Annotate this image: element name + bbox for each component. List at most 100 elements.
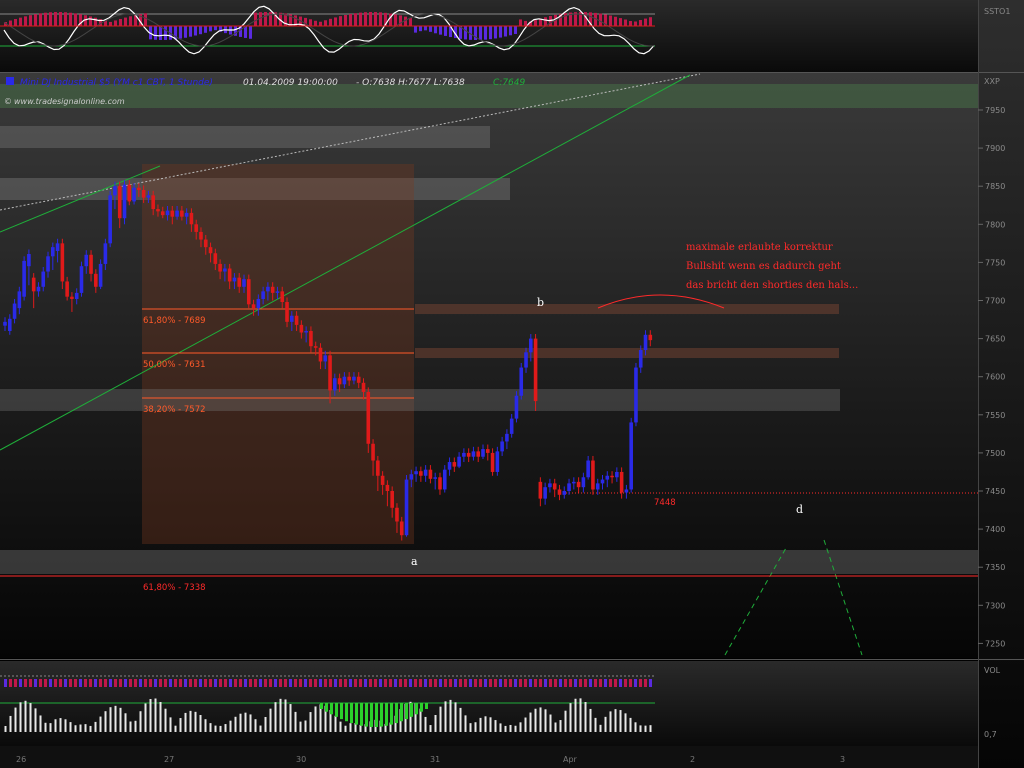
candle-body bbox=[447, 462, 452, 470]
candle-body bbox=[610, 475, 614, 478]
candle-body bbox=[342, 376, 347, 385]
volume-bar bbox=[269, 708, 272, 732]
fib-label-2: 50,00% - 7631 bbox=[143, 360, 206, 370]
candle-body bbox=[270, 286, 275, 293]
volume-bar bbox=[534, 708, 537, 732]
stoch-histogram-bar bbox=[129, 16, 132, 26]
candle-body bbox=[261, 291, 265, 299]
candle-body bbox=[595, 483, 600, 490]
candle-body bbox=[7, 318, 12, 331]
candle-body bbox=[643, 334, 648, 351]
stoch-histogram-bar bbox=[344, 15, 347, 26]
candle-body bbox=[500, 441, 504, 452]
stoch-histogram-bar bbox=[49, 12, 52, 26]
stoch-histogram-bar bbox=[254, 12, 257, 26]
candle-body bbox=[514, 395, 519, 419]
stoch-histogram-bar bbox=[164, 26, 167, 40]
vol-ma-bar bbox=[194, 679, 197, 687]
vol-ma-bar bbox=[19, 679, 22, 687]
vol-ma-bar bbox=[44, 679, 47, 687]
stoch-histogram-bar bbox=[159, 26, 162, 40]
candle-body bbox=[462, 452, 466, 457]
stoch-histogram-bar bbox=[259, 12, 262, 26]
stoch-histogram-bar bbox=[399, 15, 402, 26]
price-tick-label: 7250 bbox=[985, 639, 1005, 648]
candle-body bbox=[485, 449, 490, 453]
vol-ma-bar bbox=[124, 679, 127, 687]
volume-bar bbox=[439, 706, 442, 732]
vol-ma-bar bbox=[489, 679, 492, 687]
annotation-line-1: maximale erlaubte korrektur bbox=[686, 242, 833, 253]
vol-ma-bar bbox=[269, 679, 272, 687]
candle-body bbox=[600, 479, 605, 484]
candle-body bbox=[352, 376, 356, 381]
candle-body bbox=[208, 247, 213, 254]
candle-body bbox=[227, 268, 232, 282]
candle-body bbox=[347, 376, 351, 381]
vol-ma-bar bbox=[74, 679, 77, 687]
stoch-histogram-bar bbox=[619, 18, 622, 26]
vol-ma-bar bbox=[384, 679, 387, 687]
candle-body bbox=[94, 273, 98, 287]
candle-body bbox=[232, 277, 237, 282]
candle-body bbox=[266, 286, 270, 292]
vol-ma-bar bbox=[349, 679, 352, 687]
vol-ma-bar bbox=[424, 679, 427, 687]
vol-ma-bar bbox=[114, 679, 117, 687]
price-tick-label: 7900 bbox=[985, 144, 1005, 153]
vol-ma-bar bbox=[619, 679, 622, 687]
candle-body bbox=[404, 479, 409, 536]
candle-body bbox=[399, 521, 404, 536]
fib-label-1: 61,80% - 7689 bbox=[143, 316, 206, 326]
vol-ma-bar bbox=[249, 679, 252, 687]
time-tick-label: 26 bbox=[16, 755, 26, 764]
vol-ma-bar bbox=[434, 679, 437, 687]
stoch-histogram-bar bbox=[564, 13, 567, 26]
candle-body bbox=[242, 279, 246, 287]
candle-body bbox=[490, 452, 495, 472]
candle-body bbox=[55, 243, 60, 251]
vol-ma-bar bbox=[524, 679, 527, 687]
candle-body bbox=[117, 186, 122, 219]
volume-bar bbox=[164, 708, 167, 732]
vol-ma-bar bbox=[214, 679, 217, 687]
annotation-line-3: das bricht den shorties den hals... bbox=[686, 280, 858, 291]
stoch-histogram-bar bbox=[144, 13, 147, 26]
vol-ma-bar bbox=[614, 679, 617, 687]
stoch-histogram-bar bbox=[354, 13, 357, 26]
volume-bar bbox=[254, 719, 257, 732]
stoch-histogram-bar bbox=[64, 12, 67, 26]
vol-ma-bar bbox=[569, 679, 572, 687]
chart-canvas: 7950 7900 7850 7800 7750 7700 7650 7600 7550 7500… bbox=[0, 0, 1024, 768]
volume-bar bbox=[174, 725, 177, 732]
volume-bar bbox=[509, 724, 512, 732]
vol-ma-bar bbox=[274, 679, 277, 687]
vol-ma-bar bbox=[309, 679, 312, 687]
stoch-histogram-bar bbox=[179, 26, 182, 39]
price-tick-label: 7450 bbox=[985, 487, 1005, 496]
candle-body bbox=[127, 184, 132, 202]
candle-body bbox=[299, 324, 304, 333]
volume-bar bbox=[474, 722, 477, 732]
vol-green-bar bbox=[410, 703, 413, 717]
volume-bar bbox=[544, 709, 547, 732]
volume-bar bbox=[129, 721, 132, 732]
candle-body bbox=[189, 212, 194, 225]
zone-b-1 bbox=[415, 304, 839, 314]
candle-body bbox=[22, 260, 26, 297]
candle-body bbox=[380, 475, 385, 485]
stoch-histogram-bar bbox=[59, 12, 62, 26]
vol-ma-bar bbox=[579, 679, 582, 687]
stoch-histogram-bar bbox=[364, 12, 367, 26]
fib-label-3: 38,20% - 7572 bbox=[143, 405, 206, 415]
volume-bar bbox=[249, 714, 252, 732]
volume-bar bbox=[519, 722, 522, 732]
candle-body bbox=[160, 211, 165, 216]
time-tick-label: Apr bbox=[563, 755, 578, 764]
vol-ma-bar bbox=[594, 679, 597, 687]
price-tick-label: 7350 bbox=[985, 563, 1005, 572]
candle-body bbox=[586, 460, 590, 478]
vol-ma-bar bbox=[59, 679, 62, 687]
vol-ma-bar bbox=[539, 679, 542, 687]
volume-bar bbox=[494, 720, 497, 732]
